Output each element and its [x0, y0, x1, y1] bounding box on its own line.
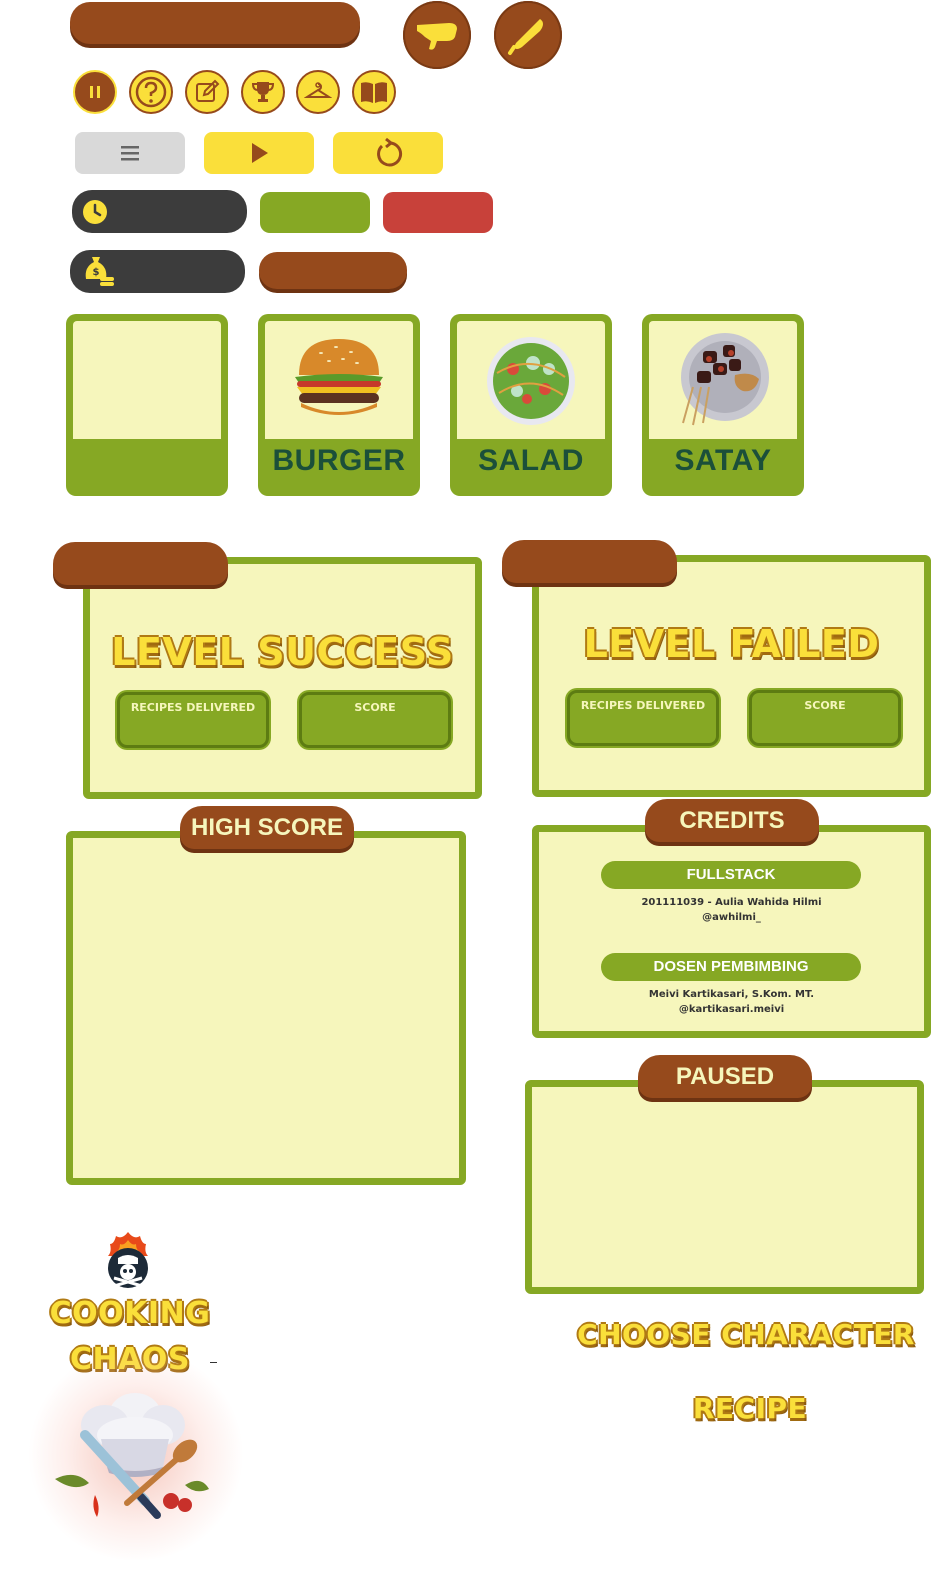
money-bag-icon: $: [85, 257, 114, 286]
paused-panel: [525, 1080, 924, 1294]
recipe-card-empty[interactable]: [66, 314, 228, 496]
cut-button[interactable]: [494, 1, 562, 69]
card-label: SATAY: [674, 444, 772, 477]
knife-icon: [508, 19, 543, 55]
level-success-tab: [53, 542, 228, 585]
dosen-handle: @kartikasari.meivi: [678, 1004, 785, 1015]
logo-title-line1: COOKING: [49, 1296, 211, 1331]
restart-icon: [377, 137, 403, 167]
menu-icon: [121, 146, 139, 161]
score-box: SCORE: [299, 692, 451, 748]
credits-tab: CREDITS: [645, 799, 819, 842]
recipe-card-satay[interactable]: SATAY: [642, 314, 804, 496]
recipe-title: RECIPE: [692, 1392, 808, 1425]
card-label: SALAD: [478, 444, 584, 477]
fullstack-pill: FULLSTACK: [601, 861, 861, 889]
pause-button[interactable]: [73, 70, 117, 114]
score-label: SCORE: [804, 699, 846, 712]
brown-bar: [259, 252, 407, 289]
dosen-name: Meivi Kartikasari, S.Kom. MT.: [648, 989, 815, 1000]
recipe-card-burger[interactable]: BURGER: [258, 314, 420, 496]
help-icon: [135, 76, 167, 108]
edit-icon: [196, 79, 220, 102]
trophy-icon: [251, 82, 275, 102]
score-label: SCORE: [354, 701, 396, 714]
restart-button[interactable]: [333, 132, 443, 174]
play-icon: [252, 143, 268, 163]
card-image-area: [265, 321, 413, 439]
book-icon: [361, 82, 387, 103]
high-score-panel: [66, 831, 466, 1185]
card-image-area: [73, 321, 221, 439]
recipes-delivered-box: RECIPES DELIVERED: [567, 690, 719, 746]
fullstack-name: 201111039 - Aulia Wahida Hilmi: [641, 897, 822, 908]
menu-button[interactable]: [75, 132, 185, 174]
high-score-tab: HIGH SCORE: [180, 806, 354, 849]
level-failed-title: LEVEL FAILED: [583, 622, 880, 666]
recipe-card-salad[interactable]: SALAD: [450, 314, 612, 496]
red-bar: [383, 192, 493, 233]
chef-skull-logo-icon: [108, 1232, 148, 1288]
paused-tab: PAUSED: [638, 1055, 812, 1098]
level-success-title: LEVEL SUCCESS: [111, 630, 454, 674]
level-success-panel: [83, 557, 482, 799]
edit-button[interactable]: [185, 70, 229, 114]
level-failed-panel: [532, 555, 931, 797]
hanger-icon: [304, 82, 332, 98]
grab-button[interactable]: [403, 1, 471, 69]
satay-image: [681, 333, 769, 426]
svg-text:$: $: [93, 267, 100, 278]
clock-icon: [83, 200, 107, 224]
recipes-delivered-box: RECIPES DELIVERED: [117, 692, 269, 748]
recipe-book-button[interactable]: [352, 70, 396, 114]
hand-grab-icon: [417, 23, 457, 50]
green-bar: [260, 192, 370, 233]
salad-image: [487, 337, 575, 425]
choose-character-title: CHOOSE CHARACTER: [577, 1318, 915, 1351]
fullstack-handle: @awhilmi_: [702, 912, 761, 923]
score-box: SCORE: [749, 690, 901, 746]
burger-image: [295, 339, 383, 415]
chef-hat-illustration: [55, 1393, 209, 1519]
recipes-delivered-label: RECIPES DELIVERED: [130, 701, 256, 714]
card-label: BURGER: [272, 444, 406, 477]
pause-icon: [90, 86, 100, 98]
title-bar-placeholder: [70, 2, 360, 44]
dosen-pill: DOSEN PEMBIMBING: [601, 953, 861, 981]
coins-bar: $: [70, 250, 245, 293]
recipes-delivered-label: RECIPES DELIVERED: [580, 699, 706, 712]
card-image-area: [457, 321, 605, 439]
play-button[interactable]: [204, 132, 314, 174]
dash-mark: [210, 1362, 217, 1363]
level-failed-tab: [502, 540, 677, 583]
trophy-button[interactable]: [241, 70, 285, 114]
card-image-area: [649, 321, 797, 439]
wardrobe-button[interactable]: [296, 70, 340, 114]
help-button[interactable]: [129, 70, 173, 114]
timer-bar: [72, 190, 247, 233]
